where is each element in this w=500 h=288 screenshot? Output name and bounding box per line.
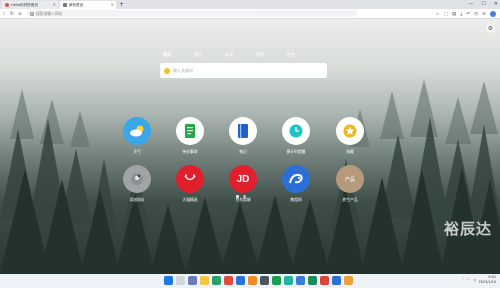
app-icon[interactable] (308, 276, 317, 285)
download-icon[interactable]: ⤓ (460, 11, 462, 17)
star-icon (336, 117, 364, 145)
app-icon[interactable] (332, 276, 341, 285)
tab-video[interactable]: 视频 (256, 52, 264, 58)
page-dot-1[interactable] (236, 195, 239, 198)
minimize-button[interactable]: — (468, 0, 473, 8)
shortcut-ctrip[interactable]: 携程网 (276, 165, 316, 203)
window-controls: — ☐ ✕ (468, 0, 498, 8)
windows-taskbar: ˄ ◠ ◁ 9:41 2023/1/10 (0, 274, 500, 288)
settings-menu-icon[interactable]: ≡ (482, 12, 486, 17)
new-tab-button[interactable]: + (119, 1, 124, 9)
avatar[interactable] (490, 11, 496, 17)
shortcut-label: 待办事项 (182, 149, 198, 154)
shortcut-tmall[interactable]: 天猫精选 (170, 165, 210, 203)
shortcut-label: 笔记 (239, 149, 247, 154)
browser-tab-1[interactable]: Hello你好的首页 × (2, 1, 58, 9)
browser-tools: ☆ ⬚ ▤ ⤓ ↶ ◷ ≡ (435, 9, 496, 19)
shortcut-label: 携程网 (290, 197, 302, 202)
history-icon[interactable]: ◷ (474, 12, 478, 17)
star-icon[interactable]: ☆ (435, 12, 439, 17)
close-tab-icon[interactable]: × (53, 2, 56, 7)
shortcut-weather[interactable]: 天气 (117, 117, 157, 155)
system-tray: ˄ ◠ ◁ 9:41 2023/1/10 (462, 275, 496, 284)
tab-title: Hello你好的首页 (11, 2, 39, 7)
tab-favicon-icon (63, 3, 67, 7)
tab-web[interactable]: 网页 (163, 52, 171, 58)
shortcut-notes[interactable]: 笔记 (223, 117, 263, 155)
tmall-icon (176, 165, 204, 193)
jd-icon: JD (229, 165, 257, 193)
ctrip-icon (282, 165, 310, 193)
book-icon (229, 117, 257, 145)
folder-icon[interactable] (200, 276, 209, 285)
close-window-button[interactable]: ✕ (494, 0, 498, 8)
tab-images[interactable]: 图片 (194, 52, 202, 58)
app-icon[interactable] (296, 276, 305, 285)
shortcut-label: 养生产品 (342, 197, 358, 202)
clock-icon (282, 117, 310, 145)
search-icon[interactable] (176, 276, 185, 285)
app-icon[interactable] (320, 276, 329, 285)
chevron-up-icon[interactable]: ˄ (462, 278, 464, 282)
product-icon-text: 产品 (344, 176, 355, 183)
shortcut-countdown[interactable]: 倒计时提醒 (276, 117, 316, 155)
extensions-icon[interactable]: ⬚ (444, 12, 448, 17)
back-button[interactable]: ‹ (0, 11, 8, 17)
shortcut-favorites[interactable]: 收藏 (330, 117, 370, 155)
app-icon[interactable] (224, 276, 233, 285)
app-icon[interactable] (344, 276, 353, 285)
refresh-button[interactable]: ↻ (8, 11, 16, 17)
shortcut-todo[interactable]: 待办事项 (170, 117, 210, 155)
taskbar-apps (164, 276, 353, 285)
search-input[interactable]: 输入关键词 (160, 63, 327, 78)
search-category-tabs: 网页 图片 新闻 视频 地图 (163, 52, 295, 58)
page-settings-button[interactable]: ⚙ (486, 24, 495, 33)
shortcut-health-products[interactable]: 产品 养生产品 (330, 165, 370, 203)
search-placeholder: 输入关键词 (173, 67, 193, 73)
tab-map[interactable]: 地图 (287, 52, 295, 58)
app-icon[interactable] (212, 276, 221, 285)
start-icon[interactable] (164, 276, 173, 285)
browser-tab-strip: Hello你好的首页 × 新标签页 × + — ☐ ✕ (0, 0, 500, 9)
address-toolbar: ‹ ↻ ⌂ 搜索或输入网址 ☆ ⬚ ▤ ⤓ ↶ ◷ ≡ (0, 9, 500, 19)
shortcut-label: 添加网址 (129, 197, 145, 202)
excel-icon[interactable] (272, 276, 281, 285)
tab-favicon-icon (5, 3, 9, 7)
notebook-icon (176, 117, 204, 145)
shortcut-label: 倒计时提醒 (286, 149, 306, 154)
clock-date: 2023/1/10 (478, 279, 496, 284)
page-indicator (236, 195, 246, 198)
tab-news[interactable]: 新闻 (225, 52, 233, 58)
cloud-icon (123, 117, 151, 145)
task-view-icon[interactable] (188, 276, 197, 285)
close-tab-icon[interactable]: × (111, 2, 114, 7)
app-icon[interactable] (284, 276, 293, 285)
add-icon (123, 165, 151, 193)
page-dot-2[interactable] (243, 195, 246, 198)
shortcut-label: 天猫精选 (182, 197, 198, 202)
search-icon (30, 11, 34, 16)
wifi-icon[interactable]: ◠ (467, 278, 470, 282)
clock[interactable]: 9:41 2023/1/10 (479, 275, 496, 284)
address-placeholder: 搜索或输入网址 (36, 10, 63, 16)
app-icon[interactable] (260, 276, 269, 285)
maximize-button[interactable]: ☐ (481, 0, 485, 8)
product-icon: 产品 (336, 165, 364, 193)
app-icon[interactable] (248, 276, 257, 285)
tab-title: 新标签页 (69, 2, 84, 7)
shortcut-label: 收藏 (346, 149, 354, 154)
shortcut-label: 天气 (133, 149, 141, 154)
home-button[interactable]: ⌂ (16, 11, 24, 17)
browser-icon[interactable] (236, 276, 245, 285)
volume-icon[interactable]: ◁ (473, 278, 476, 282)
browser-tab-2[interactable]: 新标签页 × (60, 1, 116, 9)
shortcut-add-site[interactable]: 添加网址 (117, 165, 157, 203)
undo-icon[interactable]: ↶ (466, 12, 470, 17)
search-engine-icon[interactable] (164, 67, 170, 74)
collections-icon[interactable]: ▤ (452, 12, 456, 17)
address-input[interactable]: 搜索或输入网址 (27, 10, 357, 17)
watermark-text: 裕辰达 (443, 220, 492, 238)
